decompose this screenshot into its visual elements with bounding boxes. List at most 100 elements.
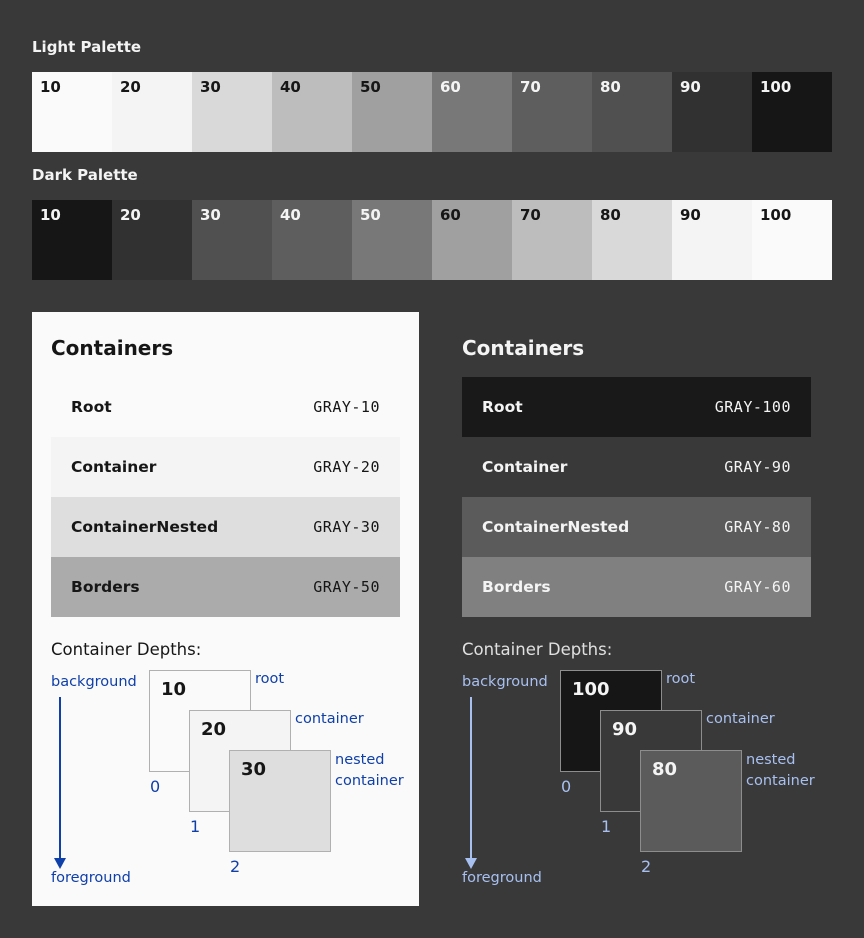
box-value: 80 <box>652 759 678 780</box>
swatch-label: 100 <box>760 78 792 96</box>
swatch-10: 10 <box>32 200 112 280</box>
dark-containers-panel: Containers Root GRAY-100 Container GRAY-… <box>443 312 830 906</box>
row-name: ContainerNested <box>71 518 219 536</box>
swatch-100: 100 <box>752 72 832 152</box>
swatch-label: 70 <box>520 206 541 224</box>
swatch-label: 40 <box>280 206 301 224</box>
swatch-label: 60 <box>440 206 461 224</box>
row-value: GRAY-30 <box>313 518 380 536</box>
swatch-90: 90 <box>672 200 752 280</box>
swatch-label: 30 <box>200 78 221 96</box>
swatch-80: 80 <box>592 200 672 280</box>
row-name: Container <box>71 458 157 476</box>
swatch-label: 90 <box>680 78 701 96</box>
light-palette-title: Light Palette <box>32 38 142 56</box>
box-label-nested-line2: container <box>746 773 815 789</box>
row-value: GRAY-60 <box>724 578 791 596</box>
depth-box-nested: 80 <box>640 750 742 852</box>
light-palette: 10 20 30 40 50 60 70 80 90 100 <box>32 72 832 152</box>
swatch-label: 10 <box>40 78 61 96</box>
panel-title: Containers <box>51 336 174 360</box>
box-value: 100 <box>572 679 610 700</box>
depth-box-nested: 30 <box>229 750 331 852</box>
light-containers-panel: Containers Root GRAY-10 Container GRAY-2… <box>32 312 419 906</box>
background-label: background <box>462 674 548 690</box>
dark-palette-title: Dark Palette <box>32 166 138 184</box>
box-label-nested-line1: nested <box>335 752 385 768</box>
row-name: ContainerNested <box>482 518 630 536</box>
swatch-label: 40 <box>280 78 301 96</box>
row-name: Root <box>71 398 112 416</box>
panel-title: Containers <box>462 336 585 360</box>
swatch-40: 40 <box>272 72 352 152</box>
swatch-label: 100 <box>760 206 792 224</box>
row-root: Root GRAY-100 <box>462 377 811 437</box>
row-value: GRAY-80 <box>724 518 791 536</box>
foreground-label: foreground <box>51 870 131 886</box>
depth-arrow-line <box>59 697 61 860</box>
depth-index-1: 1 <box>190 817 201 836</box>
box-label-nested-line1: nested <box>746 752 796 768</box>
swatch-50: 50 <box>352 72 432 152</box>
foreground-label: foreground <box>462 870 542 886</box>
swatch-90: 90 <box>672 72 752 152</box>
row-value: GRAY-20 <box>313 458 380 476</box>
swatch-20: 20 <box>112 200 192 280</box>
background-label: background <box>51 674 137 690</box>
row-value: GRAY-90 <box>724 458 791 476</box>
box-label-root: root <box>666 671 696 687</box>
swatch-label: 50 <box>360 206 381 224</box>
swatch-label: 80 <box>600 206 621 224</box>
swatch-60: 60 <box>432 200 512 280</box>
swatch-30: 30 <box>192 200 272 280</box>
row-name: Borders <box>71 578 140 596</box>
swatch-20: 20 <box>112 72 192 152</box>
container-rows: Root GRAY-10 Container GRAY-20 Container… <box>51 377 400 617</box>
depths-title: Container Depths: <box>462 640 613 659</box>
row-name: Container <box>482 458 568 476</box>
swatch-40: 40 <box>272 200 352 280</box>
box-label-container: container <box>295 711 364 727</box>
swatch-30: 30 <box>192 72 272 152</box>
depth-index-0: 0 <box>561 777 572 796</box>
depth-index-0: 0 <box>150 777 161 796</box>
swatch-label: 10 <box>40 206 61 224</box>
swatch-label: 70 <box>520 78 541 96</box>
box-value: 30 <box>241 759 267 780</box>
row-borders: Borders GRAY-50 <box>51 557 400 617</box>
depth-index-1: 1 <box>601 817 612 836</box>
swatch-label: 90 <box>680 206 701 224</box>
depth-index-2: 2 <box>641 857 652 876</box>
depths-title: Container Depths: <box>51 640 202 659</box>
depth-arrow-line <box>470 697 472 860</box>
row-container: Container GRAY-20 <box>51 437 400 497</box>
swatch-label: 80 <box>600 78 621 96</box>
swatch-label: 30 <box>200 206 221 224</box>
row-root: Root GRAY-10 <box>51 377 400 437</box>
swatch-label: 20 <box>120 78 141 96</box>
row-container-nested: ContainerNested GRAY-80 <box>462 497 811 557</box>
row-container-nested: ContainerNested GRAY-30 <box>51 497 400 557</box>
box-label-nested-line2: container <box>335 773 404 789</box>
swatch-70: 70 <box>512 200 592 280</box>
swatch-70: 70 <box>512 72 592 152</box>
swatch-label: 20 <box>120 206 141 224</box>
container-rows: Root GRAY-100 Container GRAY-90 Containe… <box>462 377 811 617</box>
swatch-100: 100 <box>752 200 832 280</box>
swatch-60: 60 <box>432 72 512 152</box>
box-value: 10 <box>161 679 187 700</box>
box-value: 90 <box>612 719 638 740</box>
row-value: GRAY-50 <box>313 578 380 596</box>
box-value: 20 <box>201 719 227 740</box>
swatch-label: 50 <box>360 78 381 96</box>
row-value: GRAY-100 <box>714 398 791 416</box>
row-value: GRAY-10 <box>313 398 380 416</box>
row-name: Borders <box>482 578 551 596</box>
swatch-50: 50 <box>352 200 432 280</box>
dark-palette: 10 20 30 40 50 60 70 80 90 100 <box>32 200 832 280</box>
depth-index-2: 2 <box>230 857 241 876</box>
arrow-down-icon <box>465 858 477 869</box>
swatch-10: 10 <box>32 72 112 152</box>
box-label-container: container <box>706 711 775 727</box>
row-name: Root <box>482 398 523 416</box>
